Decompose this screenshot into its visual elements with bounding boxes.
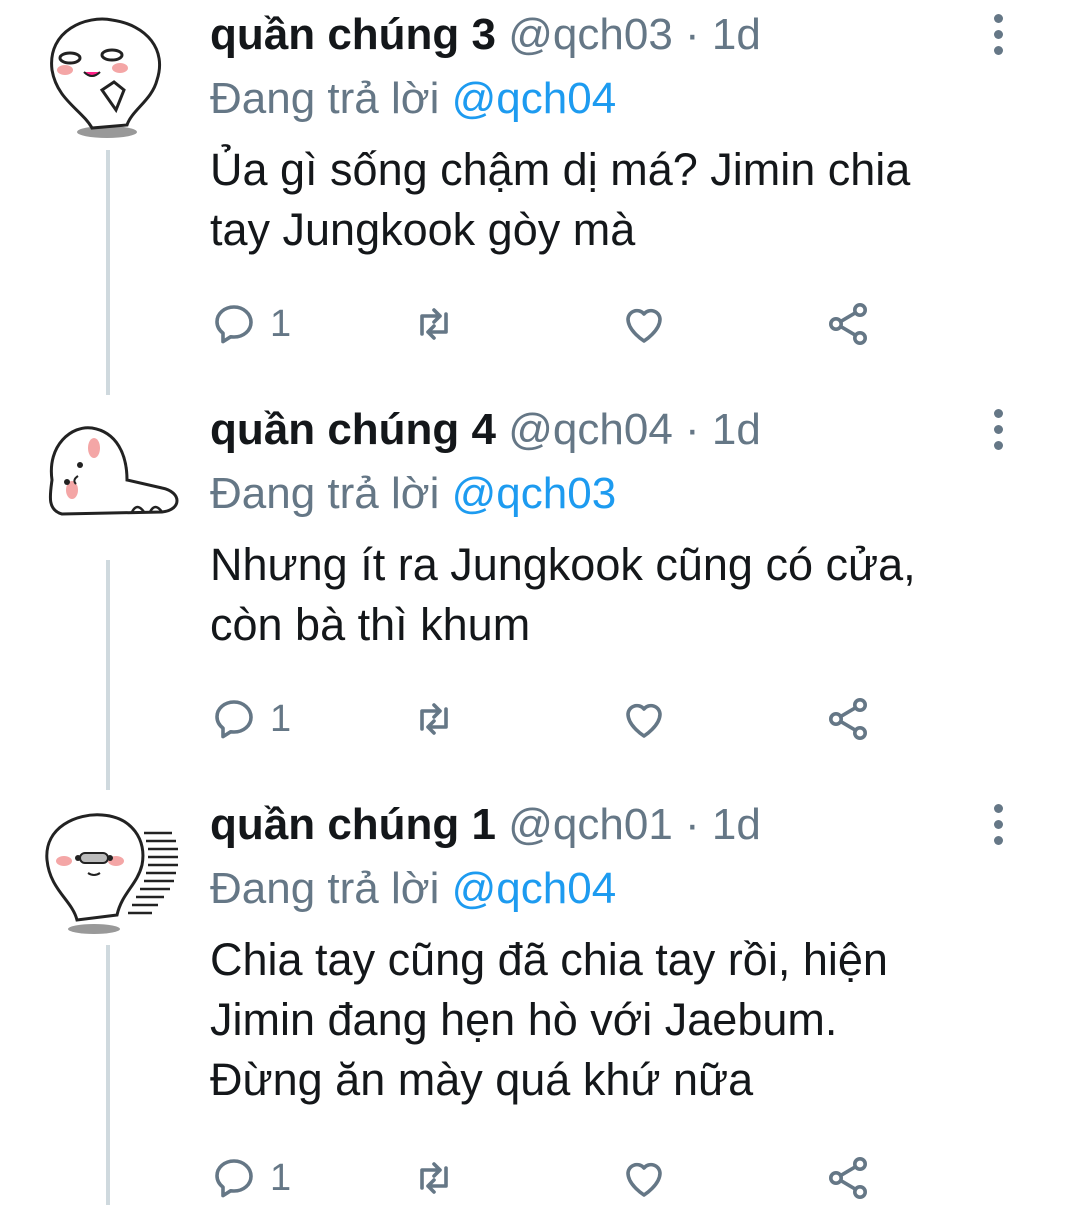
user-handle[interactable]: @qch01 (508, 800, 673, 849)
share-button[interactable] (824, 1148, 872, 1208)
mention-link[interactable]: @qch03 (452, 469, 617, 518)
tweet-2[interactable]: quần chúng 4 @qch04 · 1d Đang trả lời @q… (0, 395, 1080, 790)
like-button[interactable] (620, 689, 668, 749)
replying-prefix: Đang trả lời (210, 864, 440, 913)
reply-button[interactable]: 1 (210, 689, 291, 749)
separator: · (685, 405, 700, 454)
user-handle[interactable]: @qch03 (508, 10, 673, 59)
retweet-icon (420, 308, 448, 340)
retweet-icon (420, 1162, 448, 1194)
retweet-icon (420, 703, 448, 735)
more-vertical-icon[interactable] (980, 14, 1016, 58)
more-vertical-icon[interactable] (980, 409, 1016, 453)
tweet-3[interactable]: quần chúng 1 @qch01 · 1d Đang trả lời @q… (0, 790, 1080, 1205)
retweet-button[interactable] (410, 1148, 458, 1208)
reply-button[interactable]: 1 (210, 1148, 291, 1208)
action-bar: 1 (210, 294, 890, 354)
replying-to: Đang trả lời @qch04 (210, 862, 616, 916)
avatar[interactable] (32, 805, 182, 935)
display-name[interactable]: quần chúng 3 (210, 10, 496, 59)
action-bar: 1 (210, 1148, 890, 1208)
replying-prefix: Đang trả lời (210, 469, 440, 518)
separator: · (685, 800, 700, 849)
retweet-button[interactable] (410, 294, 458, 354)
thread-line (106, 560, 110, 790)
avatar[interactable] (32, 410, 182, 540)
user-handle[interactable]: @qch04 (508, 405, 673, 454)
replying-to: Đang trả lời @qch04 (210, 72, 616, 126)
tweet-header: quần chúng 4 @qch04 · 1d (210, 403, 761, 457)
share-button[interactable] (824, 689, 872, 749)
like-button[interactable] (620, 1148, 668, 1208)
heart-icon (626, 308, 662, 343)
thread-line (106, 150, 110, 395)
mention-link[interactable]: @qch04 (452, 864, 617, 913)
thread-line (106, 945, 110, 1205)
action-bar: 1 (210, 689, 890, 749)
mention-link[interactable]: @qch04 (452, 74, 617, 123)
reply-count: 1 (270, 697, 292, 740)
tweet-header: quần chúng 3 @qch03 · 1d (210, 8, 761, 62)
reply-icon (215, 1159, 253, 1198)
share-button[interactable] (824, 294, 872, 354)
tweet-text: Ủa gì sống chậm dị má? Jimin chia tay Ju… (210, 144, 911, 255)
reply-count: 1 (270, 1156, 292, 1199)
reply-count: 1 (270, 302, 292, 345)
avatar[interactable] (32, 10, 182, 140)
display-name[interactable]: quần chúng 1 (210, 800, 496, 849)
tweet-text: Nhưng ít ra Jungkook cũng có cửa, còn bà… (210, 539, 916, 650)
heart-icon (626, 703, 662, 738)
share-icon (829, 303, 867, 345)
reply-button[interactable]: 1 (210, 294, 291, 354)
display-name[interactable]: quần chúng 4 (210, 405, 496, 454)
share-icon (829, 698, 867, 740)
tweet-text: Chia tay cũng đã chia tay rồi, hiện Jimi… (210, 934, 888, 1105)
timestamp[interactable]: 1d (712, 10, 761, 59)
timestamp[interactable]: 1d (712, 405, 761, 454)
more-vertical-icon[interactable] (980, 804, 1016, 848)
tweet-header: quần chúng 1 @qch01 · 1d (210, 798, 761, 852)
replying-to: Đang trả lời @qch03 (210, 467, 616, 521)
separator: · (685, 10, 700, 59)
retweet-button[interactable] (410, 689, 458, 749)
replying-prefix: Đang trả lời (210, 74, 440, 123)
heart-icon (626, 1162, 662, 1197)
share-icon (829, 1157, 867, 1199)
reply-icon (215, 305, 253, 344)
like-button[interactable] (620, 294, 668, 354)
reply-icon (215, 700, 253, 739)
tweet-1[interactable]: quần chúng 3 @qch03 · 1d Đang trả lời @q… (0, 0, 1080, 395)
timestamp[interactable]: 1d (712, 800, 761, 849)
